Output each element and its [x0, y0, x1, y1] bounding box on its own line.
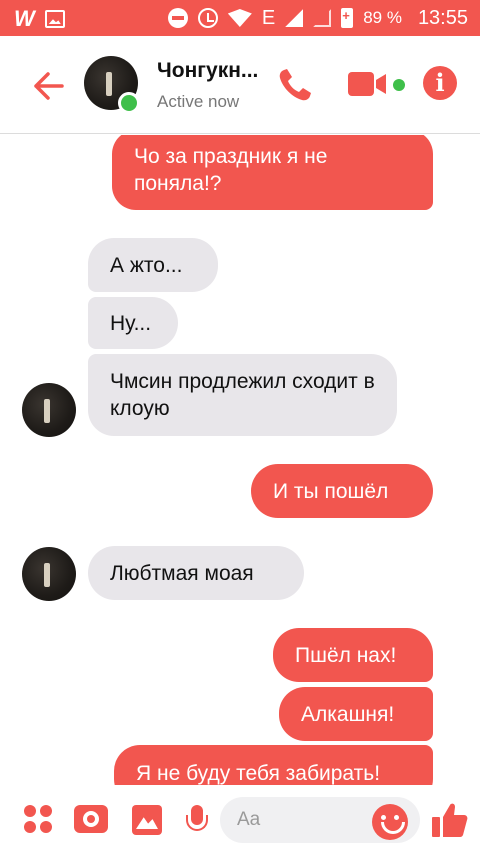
battery-icon — [341, 8, 354, 28]
message-input-placeholder: Aa — [237, 809, 261, 830]
online-indicator — [118, 92, 140, 114]
message-bubble-incoming[interactable]: Чмсин продлежил сходит в клоую — [88, 354, 397, 436]
message-bubble-outgoing[interactable]: Алкашня! — [279, 687, 433, 741]
video-call-icon[interactable] — [348, 70, 388, 98]
wifi-icon — [227, 9, 252, 27]
thumbs-up-icon[interactable] — [432, 801, 468, 839]
emoji-icon[interactable] — [372, 804, 408, 840]
more-apps-icon[interactable] — [24, 805, 52, 833]
do-not-disturb-icon — [167, 8, 188, 28]
alarm-icon — [197, 8, 218, 28]
image-notification-icon — [44, 10, 65, 28]
contact-avatar-small[interactable] — [22, 547, 76, 601]
video-active-dot — [393, 79, 405, 91]
message-bubble-outgoing[interactable]: Я не буду тебя забирать! — [114, 745, 433, 785]
wattpad-icon: W — [14, 6, 35, 31]
composer-bar: Aa — [0, 785, 480, 854]
back-arrow-icon[interactable] — [28, 68, 64, 104]
message-bubble-incoming[interactable]: А жто... — [88, 238, 218, 292]
message-bubble-incoming[interactable]: Любтмая моая — [88, 546, 304, 600]
clock: 13:55 — [417, 6, 468, 29]
contact-avatar-small[interactable] — [22, 383, 76, 437]
conversation-header: Чонгукн... Active now i — [0, 36, 480, 134]
contact-status: Active now — [157, 92, 240, 111]
camera-icon[interactable] — [74, 805, 108, 833]
gallery-icon[interactable] — [132, 805, 162, 835]
signal-2-icon — [313, 9, 332, 27]
message-bubble-incoming[interactable]: Ну... — [88, 297, 178, 349]
message-bubble-outgoing[interactable]: Пшёл нах! — [273, 628, 433, 682]
battery-percent: 89 % — [363, 8, 402, 27]
phone-call-icon[interactable] — [276, 66, 314, 104]
status-bar: W E 89 % 13:55 — [0, 0, 480, 36]
message-list[interactable]: Чо за праздник я не поняла!? А жто... Ну… — [0, 135, 480, 785]
contact-name[interactable]: Чонгукн... — [157, 59, 269, 83]
message-bubble-outgoing[interactable]: Чо за праздник я не поняла!? — [112, 135, 433, 210]
message-bubble-outgoing[interactable]: И ты пошёл — [251, 464, 433, 518]
info-icon[interactable]: i — [423, 66, 457, 100]
network-type: E — [261, 6, 276, 29]
microphone-icon[interactable] — [186, 805, 208, 835]
signal-icon — [285, 9, 304, 27]
